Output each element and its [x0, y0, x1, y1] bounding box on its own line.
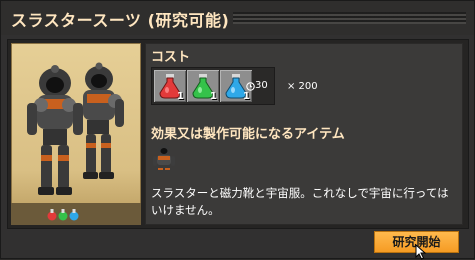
technology-card [11, 43, 141, 225]
card-footer [11, 203, 141, 225]
ingredient-slot[interactable]: 1 [154, 70, 186, 102]
clock-icon [246, 82, 255, 91]
ingredient-slot[interactable]: 1 [187, 70, 219, 102]
title-bar[interactable]: スラスタースーツ (研究可能) [1, 1, 474, 35]
science-packs-icon [47, 209, 79, 221]
window-title: スラスタースーツ (研究可能) [11, 11, 230, 30]
thruster-suit-icon [27, 62, 124, 195]
research-unit-count: × 200 [287, 81, 318, 92]
unlock-item[interactable] [149, 143, 179, 175]
research-time: 30 [255, 80, 268, 91]
ingredient-count: 1 [243, 91, 250, 102]
drag-handle[interactable] [233, 12, 466, 24]
cost-box: 1 1 1 30 [151, 67, 275, 105]
technology-description: スラスターと磁力靴と宇宙服。これなしで宇宙に行ってはいけません。 [151, 186, 449, 217]
ingredient-count: 1 [177, 91, 184, 102]
thruster-suit-icon [153, 144, 175, 174]
cost-label: コスト [151, 50, 191, 65]
effects-label: 効果又は製作可能になるアイテム [151, 127, 345, 142]
technology-info: コスト 1 1 1 30 × 200 効果又は製作可能になるアイテム スラスター… [145, 43, 463, 225]
research-window: スラスタースーツ (研究可能) コスト 1 1 1 30 × 200 効果又は製… [0, 0, 475, 260]
content-panel: コスト 1 1 1 30 × 200 効果又は製作可能になるアイテム スラスター… [7, 39, 469, 229]
mouse-cursor-icon [415, 244, 427, 260]
ingredient-count: 1 [210, 91, 217, 102]
